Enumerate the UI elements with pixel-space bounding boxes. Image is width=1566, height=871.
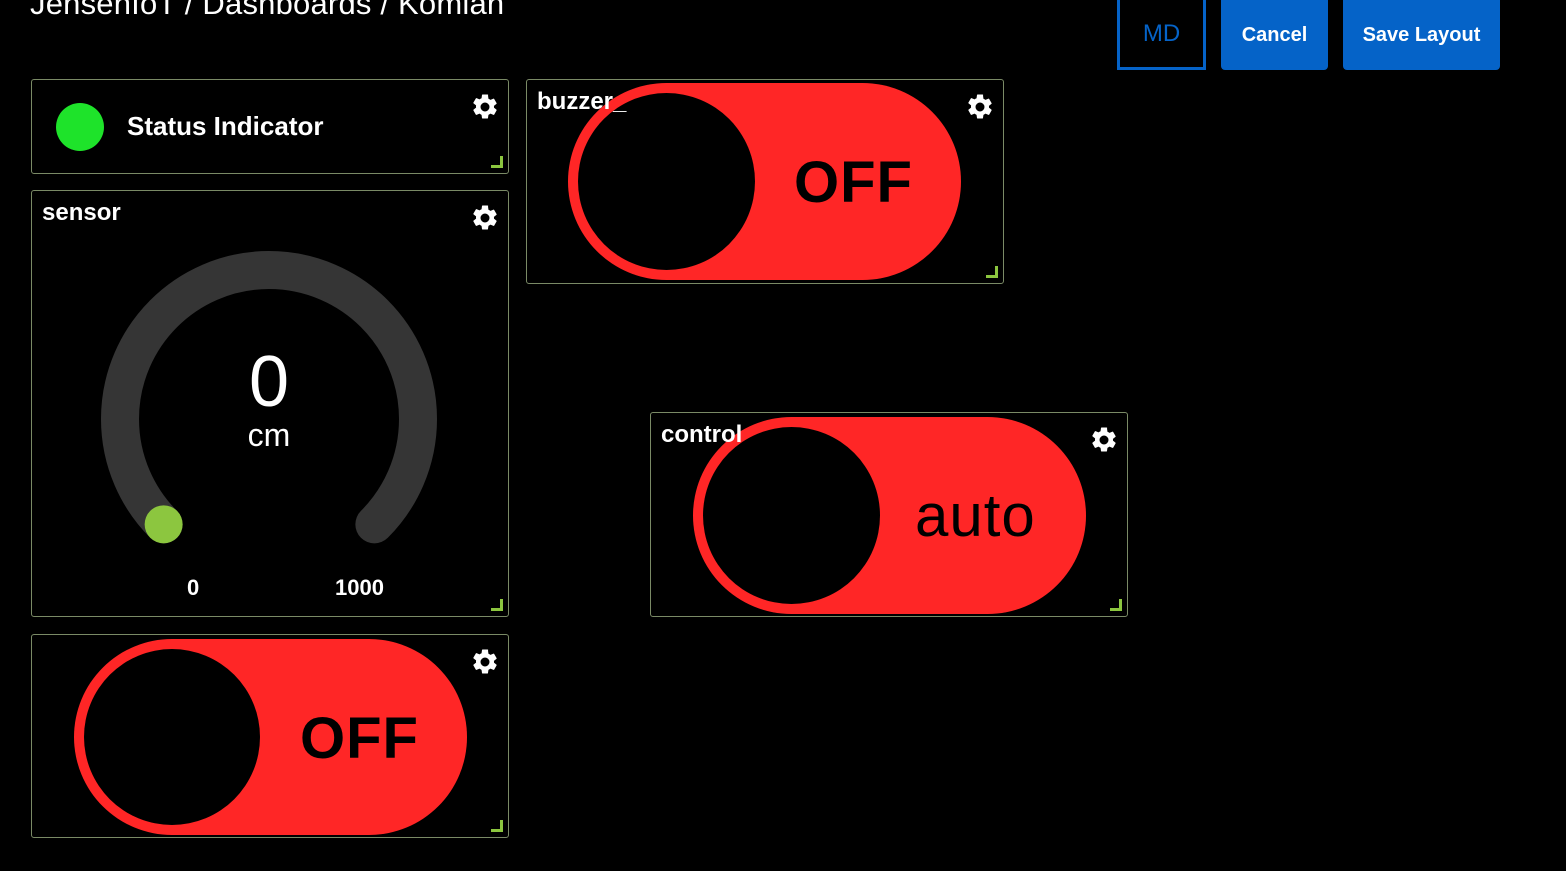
gear-icon[interactable]	[470, 647, 500, 677]
toggle-state-label: OFF	[300, 706, 419, 771]
status-dot	[56, 103, 104, 151]
gauge-indicator	[144, 505, 183, 544]
switch-widget[interactable]: OFF	[31, 634, 509, 838]
toggle-knob	[578, 93, 755, 270]
toggle-knob	[703, 427, 880, 604]
resize-handle[interactable]	[491, 599, 503, 611]
widget-title: control	[661, 421, 743, 448]
widget-title: sensor	[42, 199, 121, 226]
gear-icon[interactable]	[470, 203, 500, 233]
gauge-unit: cm	[247, 417, 291, 453]
resize-handle[interactable]	[491, 156, 503, 168]
buzzer-toggle[interactable]: OFF	[568, 83, 961, 280]
buzzer-widget[interactable]: OFF buzzer_	[526, 79, 1004, 284]
gear-icon[interactable]	[965, 92, 995, 122]
resize-handle[interactable]	[491, 820, 503, 832]
toggle-state-label: OFF	[794, 150, 913, 215]
gauge-max-label: 1000	[335, 575, 384, 600]
toggle-state-label: auto	[915, 482, 1036, 549]
breadcrumb: JensenIoT / Dashboards / Komlan	[30, 0, 505, 21]
gauge-value: 0	[248, 342, 290, 422]
resize-handle[interactable]	[986, 266, 998, 278]
resize-handle[interactable]	[1110, 599, 1122, 611]
cancel-button[interactable]: Cancel	[1221, 0, 1328, 70]
widget-title: buzzer_	[537, 88, 627, 115]
gauge-min-label: 0	[187, 575, 200, 600]
gear-icon[interactable]	[1089, 425, 1119, 455]
size-md-button[interactable]: MD	[1117, 0, 1206, 70]
switch-toggle[interactable]: OFF	[74, 639, 467, 835]
save-layout-button[interactable]: Save Layout	[1343, 0, 1500, 70]
status-label: Status Indicator	[127, 111, 324, 141]
toggle-knob	[84, 649, 260, 825]
gear-icon[interactable]	[470, 92, 500, 122]
control-toggle[interactable]: auto	[693, 417, 1086, 614]
control-widget[interactable]: auto control	[650, 412, 1128, 617]
sensor-gauge-widget[interactable]: sensor 0 cm 0 1000	[31, 190, 509, 617]
status-indicator-widget[interactable]: Status Indicator	[31, 79, 509, 174]
